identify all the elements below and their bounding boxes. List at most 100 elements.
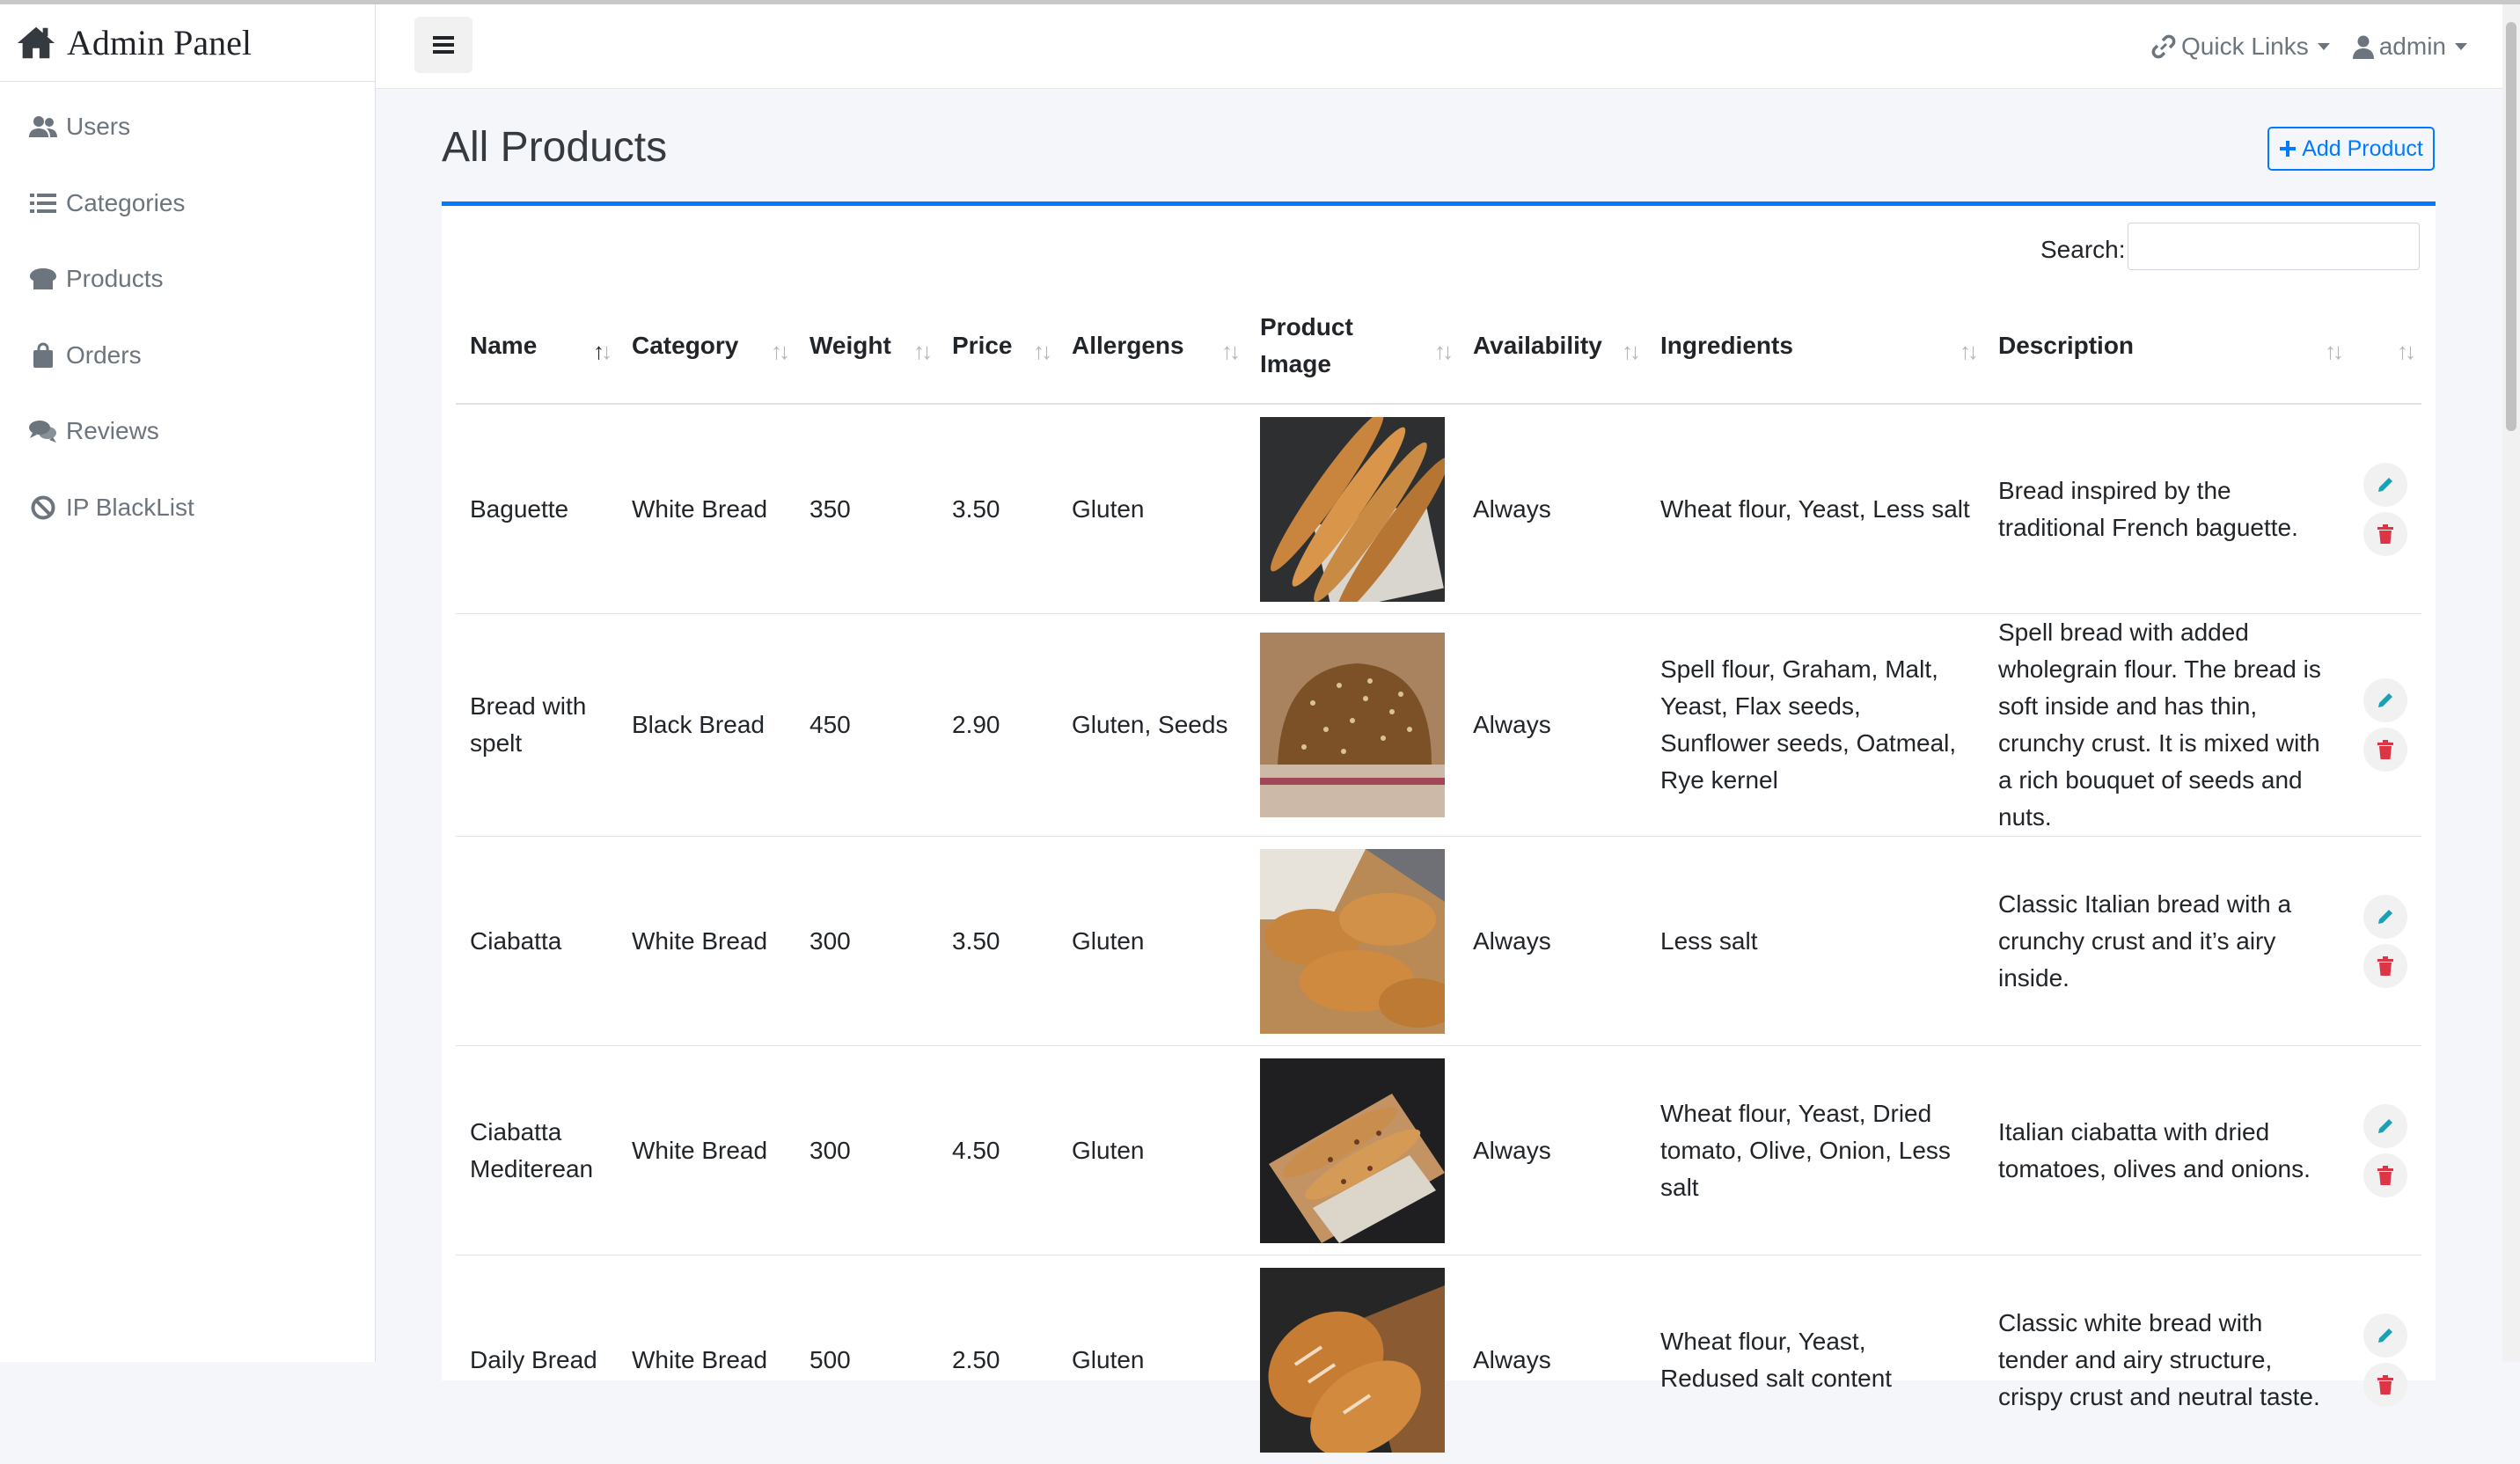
cell-price: 3.50: [938, 404, 1058, 614]
sort-icon: ↑↓: [1622, 333, 1637, 370]
column-header-weight[interactable]: Weight↑↓: [795, 289, 938, 404]
column-header-product-image[interactable]: Product Image↑↓: [1246, 289, 1459, 404]
cell-description: Classic Italian bread with a crunchy cru…: [1984, 837, 2349, 1046]
column-header-price[interactable]: Price↑↓: [938, 289, 1058, 404]
cell-product-image: [1246, 837, 1459, 1046]
sort-icon: ↑↓: [1033, 333, 1049, 370]
delete-button[interactable]: [2363, 512, 2407, 556]
cell-weight: 350: [795, 404, 938, 614]
cell-allergens: Gluten: [1058, 1046, 1246, 1255]
trash-icon: [2377, 1166, 2394, 1185]
product-image-bread-with-spelt: [1260, 633, 1445, 817]
product-image-daily-bread: [1260, 1268, 1445, 1453]
home-icon: [16, 23, 56, 63]
cell-category: White Bread: [618, 837, 795, 1046]
edit-button[interactable]: [2363, 678, 2407, 722]
cell-availability: Always: [1459, 404, 1646, 614]
edit-button[interactable]: [2363, 1314, 2407, 1358]
sidebar-item-label: Products: [66, 265, 164, 293]
column-header-actions[interactable]: ↑↓: [2349, 289, 2421, 404]
comments-icon: [29, 417, 57, 445]
sidebar-item-categories[interactable]: Categories: [0, 165, 375, 242]
cell-name: Daily Bread: [456, 1255, 618, 1464]
sidebar-item-label: Reviews: [66, 417, 159, 445]
cell-price: 2.50: [938, 1255, 1058, 1464]
shopping-bag-icon: [29, 341, 57, 370]
sidebar-item-label: Users: [66, 113, 130, 141]
cell-category: Black Bread: [618, 614, 795, 837]
edit-button[interactable]: [2363, 895, 2407, 939]
products-table: Name↑↓ Category↑↓ Weight↑↓ Price↑↓ Aller…: [456, 289, 2421, 1464]
search-input[interactable]: [2128, 223, 2420, 270]
edit-button[interactable]: [2363, 463, 2407, 507]
brand-title: Admin Panel: [67, 22, 252, 63]
list-icon: [29, 189, 57, 217]
sort-icon: ↑↓: [2397, 333, 2413, 370]
sort-icon: ↑↓: [2325, 333, 2341, 370]
column-header-category[interactable]: Category↑↓: [618, 289, 795, 404]
sidebar-item-ip-blacklist[interactable]: IP BlackList: [0, 470, 375, 546]
brand[interactable]: Admin Panel: [0, 4, 375, 82]
cell-category: White Bread: [618, 1255, 795, 1464]
sidebar-toggle-button[interactable]: [414, 17, 472, 73]
product-image-ciabatta-mediterean: [1260, 1058, 1445, 1243]
add-product-button[interactable]: Add Product: [2267, 127, 2435, 171]
chevron-down-icon: [2318, 43, 2330, 50]
column-header-allergens[interactable]: Allergens↑↓: [1058, 289, 1246, 404]
sidebar-item-products[interactable]: Products: [0, 241, 375, 318]
quick-links-dropdown[interactable]: Quick Links: [2151, 33, 2330, 61]
cell-name: Ciabatta: [456, 837, 618, 1046]
sort-icon: ↑↓: [1960, 333, 1975, 370]
add-product-label: Add Product: [2302, 136, 2423, 162]
cell-availability: Always: [1459, 1046, 1646, 1255]
sort-icon: ↑↓: [1434, 333, 1450, 370]
cell-allergens: Gluten: [1058, 404, 1246, 614]
sidebar-item-users[interactable]: Users: [0, 89, 375, 165]
cell-ingredients: Less salt: [1646, 837, 1984, 1046]
sidebar-nav: Users Categories Products Orders Reviews…: [0, 82, 375, 545]
column-header-description[interactable]: Description↑↓: [1984, 289, 2349, 404]
trash-icon: [2377, 1375, 2394, 1394]
cell-description: Classic white bread with tender and airy…: [1984, 1255, 2349, 1464]
cell-name: Bread with spelt: [456, 614, 618, 837]
cell-actions: [2349, 614, 2421, 837]
sidebar-item-label: Categories: [66, 189, 185, 217]
delete-button[interactable]: [2363, 1363, 2407, 1407]
cell-weight: 300: [795, 1046, 938, 1255]
sidebar-item-orders[interactable]: Orders: [0, 318, 375, 394]
sidebar: Admin Panel Users Categories Products Or…: [0, 4, 376, 1362]
hamburger-icon: [433, 35, 454, 55]
link-icon: [2151, 34, 2176, 59]
cell-product-image: [1246, 404, 1459, 614]
sidebar-item-label: IP BlackList: [66, 494, 194, 522]
column-header-name[interactable]: Name↑↓: [456, 289, 618, 404]
sort-icon: ↑↓: [913, 333, 929, 370]
cell-description: Italian ciabatta with dried tomatoes, ol…: [1984, 1046, 2349, 1255]
pencil-icon: [2376, 475, 2395, 494]
users-icon: [29, 113, 57, 141]
pencil-icon: [2376, 691, 2395, 710]
delete-button[interactable]: [2363, 1153, 2407, 1197]
cell-price: 4.50: [938, 1046, 1058, 1255]
cell-weight: 300: [795, 837, 938, 1046]
cell-ingredients: Wheat flour, Yeast, Dried tomato, Olive,…: [1646, 1046, 1984, 1255]
cell-ingredients: Wheat flour, Yeast, Less salt: [1646, 404, 1984, 614]
pencil-icon: [2376, 1326, 2395, 1345]
bread-icon: [29, 265, 57, 293]
delete-button[interactable]: [2363, 944, 2407, 988]
scrollbar-thumb[interactable]: [2506, 22, 2516, 431]
cell-actions: [2349, 837, 2421, 1046]
sidebar-item-label: Orders: [66, 341, 142, 370]
column-header-ingredients[interactable]: Ingredients↑↓: [1646, 289, 1984, 404]
table-header-row: Name↑↓ Category↑↓ Weight↑↓ Price↑↓ Aller…: [456, 289, 2421, 404]
sidebar-item-reviews[interactable]: Reviews: [0, 393, 375, 470]
column-header-availability[interactable]: Availability↑↓: [1459, 289, 1646, 404]
sort-asc-icon: ↑↓: [593, 333, 609, 370]
cell-price: 3.50: [938, 837, 1058, 1046]
delete-button[interactable]: [2363, 728, 2407, 772]
page-scrollbar[interactable]: [2502, 4, 2520, 1362]
edit-button[interactable]: [2363, 1104, 2407, 1148]
cell-allergens: Gluten, Seeds: [1058, 614, 1246, 837]
user-dropdown[interactable]: admin: [2353, 33, 2467, 61]
navbar-right: Quick Links admin: [2151, 4, 2467, 88]
